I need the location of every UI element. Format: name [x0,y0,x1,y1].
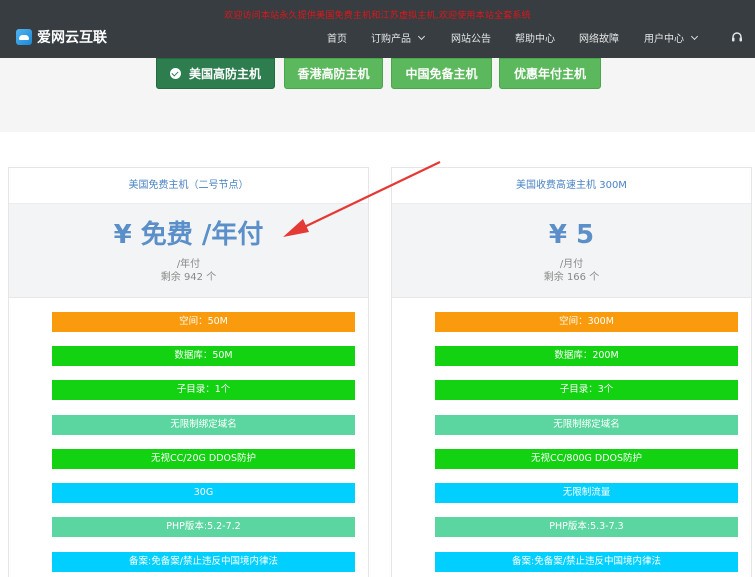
plan-card-paid-300m: 美国收费高速主机 300M ¥ 5 /月付 剩余 166 个 空间：300M 数… [391,167,752,577]
logo-text: 爱网云互联 [37,30,107,46]
feature-item: 无限制流量 [435,483,738,503]
feature-item: 无视CC/800G DDOS防护 [435,449,738,469]
feature-item: 数据库：200M [435,346,738,366]
plan-price: ¥ 5 [548,220,595,250]
plan-price: ¥ 免费 /年付 [113,220,264,250]
category-tabs: 美国高防主机 香港高防主机 中国免备主机 优惠年付主机 [0,58,755,132]
plan-card-free: 美国免费主机（二号节点） ¥ 免费 /年付 /年付 剩余 942 个 空间：50… [8,167,369,577]
plan-title: 美国免费主机（二号节点） [9,168,368,204]
chevron-down-icon [417,32,426,40]
feature-item: 空间：50M [52,312,355,332]
tab-annual-discount-hosting[interactable]: 优惠年付主机 [499,58,601,89]
feature-item: 子目录：3个 [435,380,738,400]
nav-announcements[interactable]: 网站公告 [451,30,491,45]
nav-products[interactable]: 订购产品 [371,30,426,45]
feature-item: 无限制绑定域名 [435,415,738,435]
price-box: ¥ 免费 /年付 /年付 剩余 942 个 [9,204,368,298]
site-logo[interactable]: 爱网云互联 [16,27,107,47]
plan-title: 美国收费高速主机 300M [392,168,751,204]
feature-item: PHP版本:5.3-7.3 [435,517,738,537]
feature-item: 无限制绑定域名 [52,415,355,435]
billing-period: /月付 [559,259,584,270]
feature-item: 备案:免备案/禁止违反中国境内律法 [52,552,355,572]
check-circle-icon [169,68,181,79]
feature-item: 无视CC/20G DDOS防护 [52,449,355,469]
tab-cn-no-icp-hosting[interactable]: 中国免备主机 [391,58,492,89]
feature-item: PHP版本:5.2-7.2 [52,517,355,537]
remaining-count: 剩余 942 个 [160,272,217,283]
nav-help[interactable]: 帮助中心 [515,30,555,45]
price-box: ¥ 5 /月付 剩余 166 个 [392,204,751,298]
cloud-logo-icon [16,29,32,45]
announcement-marquee[interactable]: 欢迎访问本站永久提供美国免费主机和江苏虚拟主机,欢迎使用本站全套系统 [0,8,755,21]
nav-user-center[interactable]: 用户中心 [644,30,699,45]
billing-period: /年付 [176,259,201,270]
top-header: 欢迎访问本站永久提供美国免费主机和江苏虚拟主机,欢迎使用本站全套系统 爱网云互联… [0,0,755,58]
feature-item: 30G [52,483,355,503]
feature-item: 备案:免备案/禁止违反中国境内律法 [435,552,738,572]
nav-network-status[interactable]: 网络故障 [579,30,619,45]
feature-item: 空间：300M [435,312,738,332]
tab-us-ddos-hosting[interactable]: 美国高防主机 [156,58,275,89]
headset-icon[interactable] [731,31,743,43]
feature-item: 子目录：1个 [52,380,355,400]
remaining-count: 剩余 166 个 [543,272,600,283]
feature-item: 数据库：50M [52,346,355,366]
nav-home[interactable]: 首页 [327,30,347,45]
chevron-down-icon [690,32,699,40]
tab-hk-ddos-hosting[interactable]: 香港高防主机 [284,58,383,89]
